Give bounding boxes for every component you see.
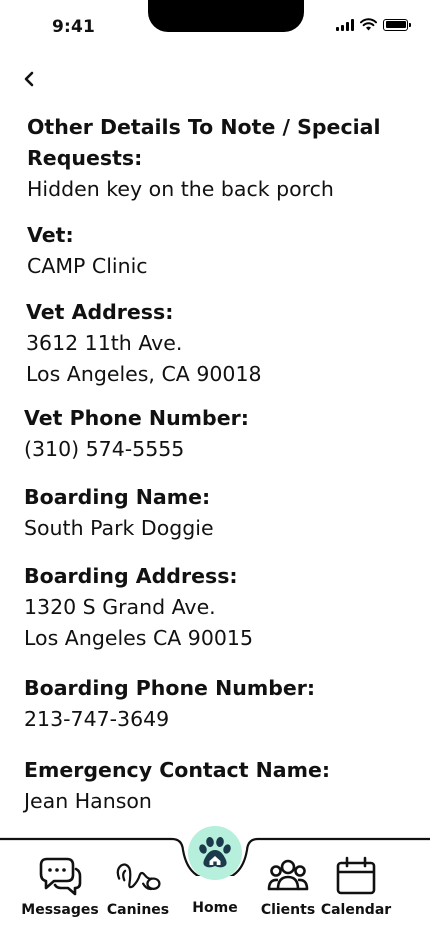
detail-boarding-name: Boarding Name: South Park Doggie bbox=[24, 482, 214, 544]
nav-label: Clients bbox=[260, 902, 316, 918]
detail-label: Emergency Contact Name: bbox=[24, 758, 331, 782]
clients-icon bbox=[264, 854, 312, 898]
nav-calendar[interactable]: Calendar bbox=[314, 854, 398, 930]
detail-value-line: 3612 11th Ave. bbox=[26, 331, 183, 355]
detail-label: Vet: bbox=[27, 223, 74, 247]
detail-value: CAMP Clinic bbox=[27, 254, 148, 278]
nav-messages[interactable]: Messages bbox=[18, 854, 102, 930]
battery-icon bbox=[383, 18, 411, 31]
status-bar: 9:41 bbox=[0, 0, 430, 50]
nav-label-home[interactable]: Home bbox=[172, 900, 258, 916]
detail-vet: Vet: CAMP Clinic bbox=[27, 220, 148, 282]
chevron-left-icon bbox=[24, 71, 34, 87]
detail-label: Boarding Name: bbox=[24, 485, 211, 509]
nav-canines[interactable]: Canines bbox=[96, 854, 180, 930]
detail-label: Vet Address: bbox=[26, 300, 174, 324]
detail-value: 213-747-3649 bbox=[24, 707, 170, 731]
status-icons bbox=[336, 18, 411, 31]
nav-home-button[interactable] bbox=[188, 826, 242, 880]
messages-icon bbox=[36, 854, 84, 898]
detail-emergency-contact: Emergency Contact Name: Jean Hanson bbox=[24, 755, 330, 817]
notch bbox=[148, 0, 304, 32]
status-time: 9:41 bbox=[52, 17, 96, 37]
leash-icon bbox=[114, 854, 162, 898]
detail-boarding-address: Boarding Address: 1320 S Grand Ave. Los … bbox=[24, 561, 253, 654]
nav-label: Messages bbox=[21, 902, 99, 918]
detail-value: Hidden key on the back porch bbox=[27, 177, 334, 201]
detail-value: South Park Doggie bbox=[24, 516, 214, 540]
detail-value-line: Los Angeles CA 90015 bbox=[24, 626, 254, 650]
wifi-icon bbox=[360, 18, 377, 31]
detail-value: (310) 574-5555 bbox=[24, 437, 185, 461]
cellular-signal-icon bbox=[336, 18, 354, 31]
detail-vet-phone: Vet Phone Number: (310) 574-5555 bbox=[24, 403, 249, 465]
detail-label: Boarding Address: bbox=[24, 564, 238, 588]
detail-value: Jean Hanson bbox=[24, 789, 152, 813]
calendar-icon bbox=[332, 854, 380, 898]
detail-value-line: Los Angeles, CA 90018 bbox=[26, 362, 262, 386]
detail-boarding-phone: Boarding Phone Number: 213-747-3649 bbox=[24, 673, 315, 735]
back-button[interactable] bbox=[18, 66, 40, 92]
nav-label: Calendar bbox=[320, 902, 392, 918]
detail-label: Boarding Phone Number: bbox=[24, 676, 316, 700]
detail-label: Other Details To Note / Special Requests… bbox=[27, 115, 381, 170]
nav-label: Canines bbox=[106, 902, 170, 918]
detail-label: Vet Phone Number: bbox=[24, 406, 249, 430]
detail-special-requests: Other Details To Note / Special Requests… bbox=[27, 112, 387, 205]
detail-vet-address: Vet Address: 3612 11th Ave. Los Angeles,… bbox=[26, 297, 262, 390]
detail-value-line: 1320 S Grand Ave. bbox=[24, 595, 216, 619]
paw-home-icon bbox=[199, 837, 231, 868]
